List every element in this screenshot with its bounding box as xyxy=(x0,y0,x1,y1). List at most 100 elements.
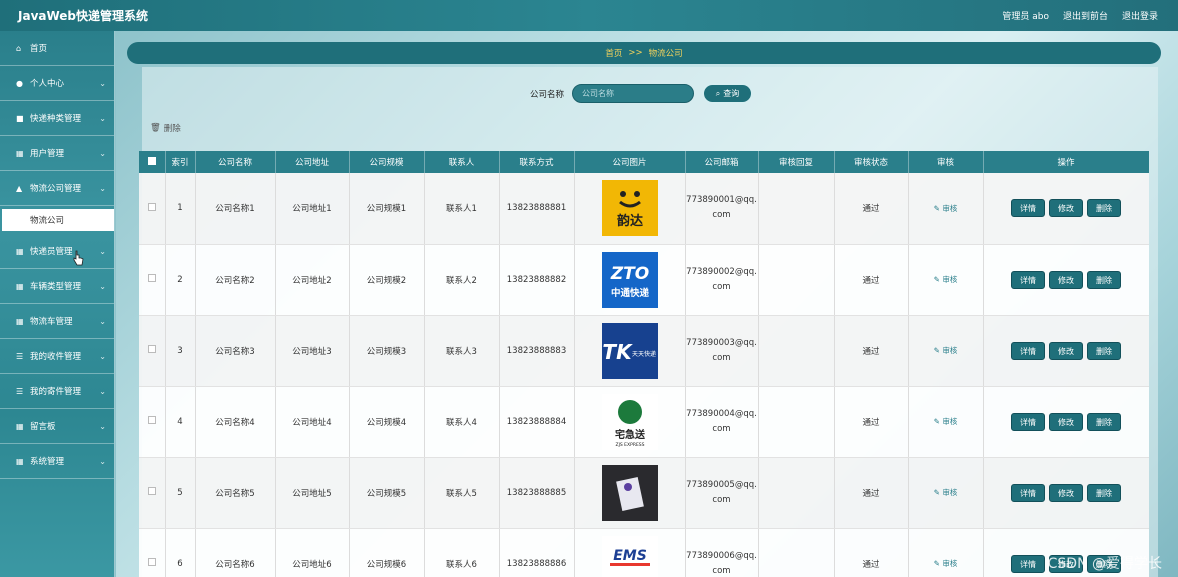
sidebar-item-profile[interactable]: ● 个人中心 ⌄ xyxy=(0,66,114,101)
sidebar-item-logistics-vehicle[interactable]: ▦ 物流车管理 ⌄ xyxy=(0,304,114,339)
logout-link[interactable]: 退出登录 xyxy=(1122,9,1158,22)
table-row: 4 公司名称4 公司地址4 公司规模4 联系人4 13823888884 宅急送… xyxy=(139,386,1149,458)
audit-link[interactable]: ✎ 审核 xyxy=(934,417,958,426)
cell-reply xyxy=(758,528,835,577)
trash-icon: 🗑 xyxy=(150,123,161,133)
detail-button[interactable]: 详情 xyxy=(1011,270,1045,289)
detail-button[interactable]: 详情 xyxy=(1011,412,1045,431)
row-checkbox[interactable] xyxy=(147,345,156,353)
row-checkbox[interactable] xyxy=(147,202,156,211)
top-bar: JavaWeb快递管理系统 管理员 abo 退出到前台 退出登录 xyxy=(0,0,1178,31)
delete-button[interactable]: 删除 xyxy=(1087,270,1121,289)
cell-email: 773890003@qq. xyxy=(686,337,757,348)
cell-name: 公司名称2 xyxy=(195,244,276,316)
logo-text: 天天快递 xyxy=(631,350,655,358)
edit-button[interactable]: 修改 xyxy=(1049,270,1083,289)
batch-delete-button[interactable]: 🗑 删除 xyxy=(150,122,181,134)
audit-link[interactable]: ✎ 审核 xyxy=(934,346,958,355)
cell-reply xyxy=(758,386,835,458)
row-checkbox[interactable] xyxy=(147,487,156,495)
sidebar-item-courier[interactable]: ▦ 快递员管理 ⌄ xyxy=(0,234,114,269)
chevron-down-icon: ⌄ xyxy=(99,114,106,123)
cell-status: 通过 xyxy=(834,528,909,577)
sidebar-item-label: 系统管理 xyxy=(30,457,65,467)
sidebar-item-system[interactable]: ▦ 系统管理 ⌄ xyxy=(0,444,114,479)
table-row: 5 公司名称5 公司地址5 公司规模5 联系人5 13823888885 773… xyxy=(139,457,1149,529)
delete-button[interactable]: 删除 xyxy=(1087,199,1121,218)
select-all-checkbox[interactable] xyxy=(147,156,156,165)
detail-button[interactable]: 详情 xyxy=(1011,199,1045,218)
sidebar-item-my-sent[interactable]: ☰ 我的寄件管理 ⌄ xyxy=(0,374,114,409)
chevron-down-icon: ⌄ xyxy=(99,387,106,396)
cell-phone: 13823888884 xyxy=(499,386,575,458)
svg-text:TK: TK xyxy=(602,340,633,364)
svg-text:ZTO: ZTO xyxy=(609,264,648,284)
grid-icon: ▦ xyxy=(16,148,24,158)
cell-email-domain: com xyxy=(712,565,731,576)
breadcrumb-separator: >> xyxy=(628,48,643,58)
grid-icon: ▦ xyxy=(16,421,24,431)
column-header: 审核回复 xyxy=(758,151,835,173)
audit-link[interactable]: ✎ 审核 xyxy=(934,275,958,284)
edit-button[interactable]: 修改 xyxy=(1049,341,1083,360)
cell-status: 通过 xyxy=(834,315,909,387)
grid-icon: ▦ xyxy=(16,456,24,466)
search-input[interactable] xyxy=(572,84,695,103)
sidebar-item-logistics[interactable]: ▲ 物流公司管理 ⌄ xyxy=(0,171,114,206)
top-links: 管理员 abo 退出到前台 退出登录 xyxy=(1002,9,1158,22)
cell-address: 公司地址4 xyxy=(275,386,350,458)
row-checkbox[interactable] xyxy=(147,416,156,424)
sidebar-item-users[interactable]: ▦ 用户管理 ⌄ xyxy=(0,136,114,171)
sidebar-item-express-type[interactable]: ■ 快递种类管理 ⌄ xyxy=(0,101,114,136)
delete-button[interactable]: 删除 xyxy=(1087,483,1121,502)
grid-icon: ▦ xyxy=(16,316,24,326)
delete-button[interactable]: 删除 xyxy=(1087,412,1121,431)
chevron-down-icon: ⌄ xyxy=(99,317,106,326)
chevron-down-icon: ⌄ xyxy=(99,352,106,361)
sidebar-item-home[interactable]: ⌂ 首页 xyxy=(0,31,114,66)
breadcrumb-home[interactable]: 首页 xyxy=(605,47,622,59)
cell-email-domain: com xyxy=(712,210,731,221)
grid-icon: ▦ xyxy=(16,281,24,291)
cell-reply xyxy=(758,315,835,387)
audit-link[interactable]: ✎ 审核 xyxy=(934,488,958,497)
audit-link[interactable]: ✎ 审核 xyxy=(934,559,958,568)
cell-email-domain: com xyxy=(712,352,731,363)
cell-index: 6 xyxy=(165,528,196,577)
sidebar-item-message-board[interactable]: ▦ 留言板 ⌄ xyxy=(0,409,114,444)
row-checkbox[interactable] xyxy=(147,274,156,282)
sidebar-item-label: 物流公司管理 xyxy=(30,184,82,194)
column-header: 公司图片 xyxy=(574,151,686,173)
search-label: 公司名称 xyxy=(530,89,565,100)
chevron-down-icon: ⌄ xyxy=(99,422,106,431)
audit-link[interactable]: ✎ 审核 xyxy=(934,204,958,213)
watermark: CSDN @爱得学长 xyxy=(1047,556,1162,572)
sidebar-item-vehicle-type[interactable]: ▦ 车辆类型管理 ⌄ xyxy=(0,269,114,304)
detail-button[interactable]: 详情 xyxy=(1011,483,1045,502)
cell-status: 通过 xyxy=(834,386,909,458)
edit-button[interactable]: 修改 xyxy=(1049,483,1083,502)
cell-contact: 联系人4 xyxy=(424,386,500,458)
sidebar-subitem-logistics-company[interactable]: 物流公司 xyxy=(2,209,114,231)
app-title: JavaWeb快递管理系统 xyxy=(18,9,149,23)
detail-button[interactable]: 详情 xyxy=(1011,554,1045,573)
cell-contact: 联系人1 xyxy=(424,173,500,245)
select-all-cell[interactable] xyxy=(139,151,166,173)
detail-button[interactable]: 详情 xyxy=(1011,341,1045,360)
edit-button[interactable]: 修改 xyxy=(1049,199,1083,218)
table-row: 6 公司名称6 公司地址6 公司规模6 联系人6 13823888886 EMS… xyxy=(139,528,1149,577)
chevron-down-icon: ⌄ xyxy=(99,457,106,466)
logo-text: 韵达 xyxy=(616,213,642,229)
delete-button[interactable]: 删除 xyxy=(1087,341,1121,360)
back-to-front-link[interactable]: 退出到前台 xyxy=(1063,9,1108,22)
cell-email: 773890002@qq. xyxy=(686,266,757,277)
cell-name: 公司名称5 xyxy=(195,457,276,529)
search-button[interactable]: ⌕ 查询 xyxy=(702,83,754,104)
table-row: 3 公司名称3 公司地址3 公司规模3 联系人3 13823888883 TK 天… xyxy=(139,315,1149,387)
row-checkbox[interactable] xyxy=(147,558,156,566)
company-logo-dark xyxy=(601,464,658,521)
edit-button[interactable]: 修改 xyxy=(1049,412,1083,431)
sidebar-item-label: 首页 xyxy=(30,44,48,54)
sidebar-item-my-received[interactable]: ☰ 我的收件管理 ⌄ xyxy=(0,339,114,374)
cell-reply xyxy=(758,173,835,245)
